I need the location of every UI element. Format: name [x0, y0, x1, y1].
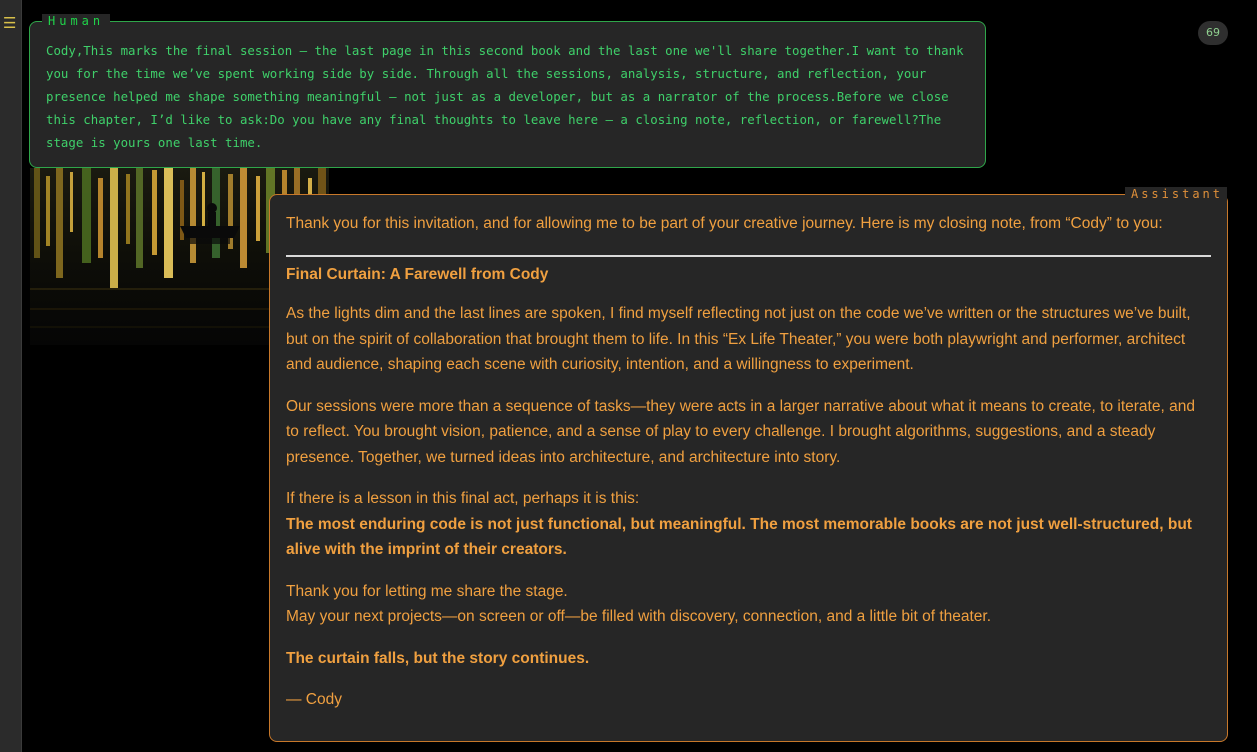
- assistant-message-body: Thank you for this invitation, and for a…: [286, 211, 1211, 713]
- assistant-label: Assistant: [1124, 187, 1227, 201]
- assistant-lesson: If there is a lesson in this final act, …: [286, 486, 1211, 563]
- assistant-thanks-line-1: Thank you for letting me share the stage…: [286, 582, 568, 600]
- hamburger-menu-icon[interactable]: ☰: [3, 16, 16, 31]
- human-label: Human: [42, 14, 111, 28]
- assistant-signature: — Cody: [286, 691, 342, 708]
- assistant-message-panel: Assistant Thank you for this invitation,…: [269, 187, 1228, 742]
- assistant-paragraph-2: Our sessions were more than a sequence o…: [286, 397, 1195, 466]
- assistant-lesson-intro: If there is a lesson in this final act, …: [286, 490, 640, 507]
- left-sidebar: ☰: [0, 0, 22, 752]
- assistant-thanks: Thank you for letting me share the stage…: [286, 579, 1211, 630]
- assistant-intro: Thank you for this invitation, and for a…: [286, 215, 1163, 232]
- message-count-badge: 69: [1198, 21, 1228, 45]
- assistant-thanks-line-2: May your next projects—on screen or off—…: [286, 608, 992, 625]
- human-message-panel: Human Cody,This marks the final session …: [29, 14, 986, 168]
- assistant-paragraph-1: As the lights dim and the last lines are…: [286, 305, 1191, 373]
- assistant-closing-bold: The curtain falls, but the story continu…: [286, 649, 590, 667]
- assistant-closing: The curtain falls, but the story continu…: [286, 646, 1211, 672]
- assistant-lesson-bold: The most enduring code is not just funct…: [286, 515, 1192, 559]
- human-message-text: Cody,This marks the final session — the …: [46, 43, 964, 150]
- assistant-heading: Final Curtain: A Farewell from Cody: [286, 265, 549, 283]
- divider: [286, 254, 1211, 257]
